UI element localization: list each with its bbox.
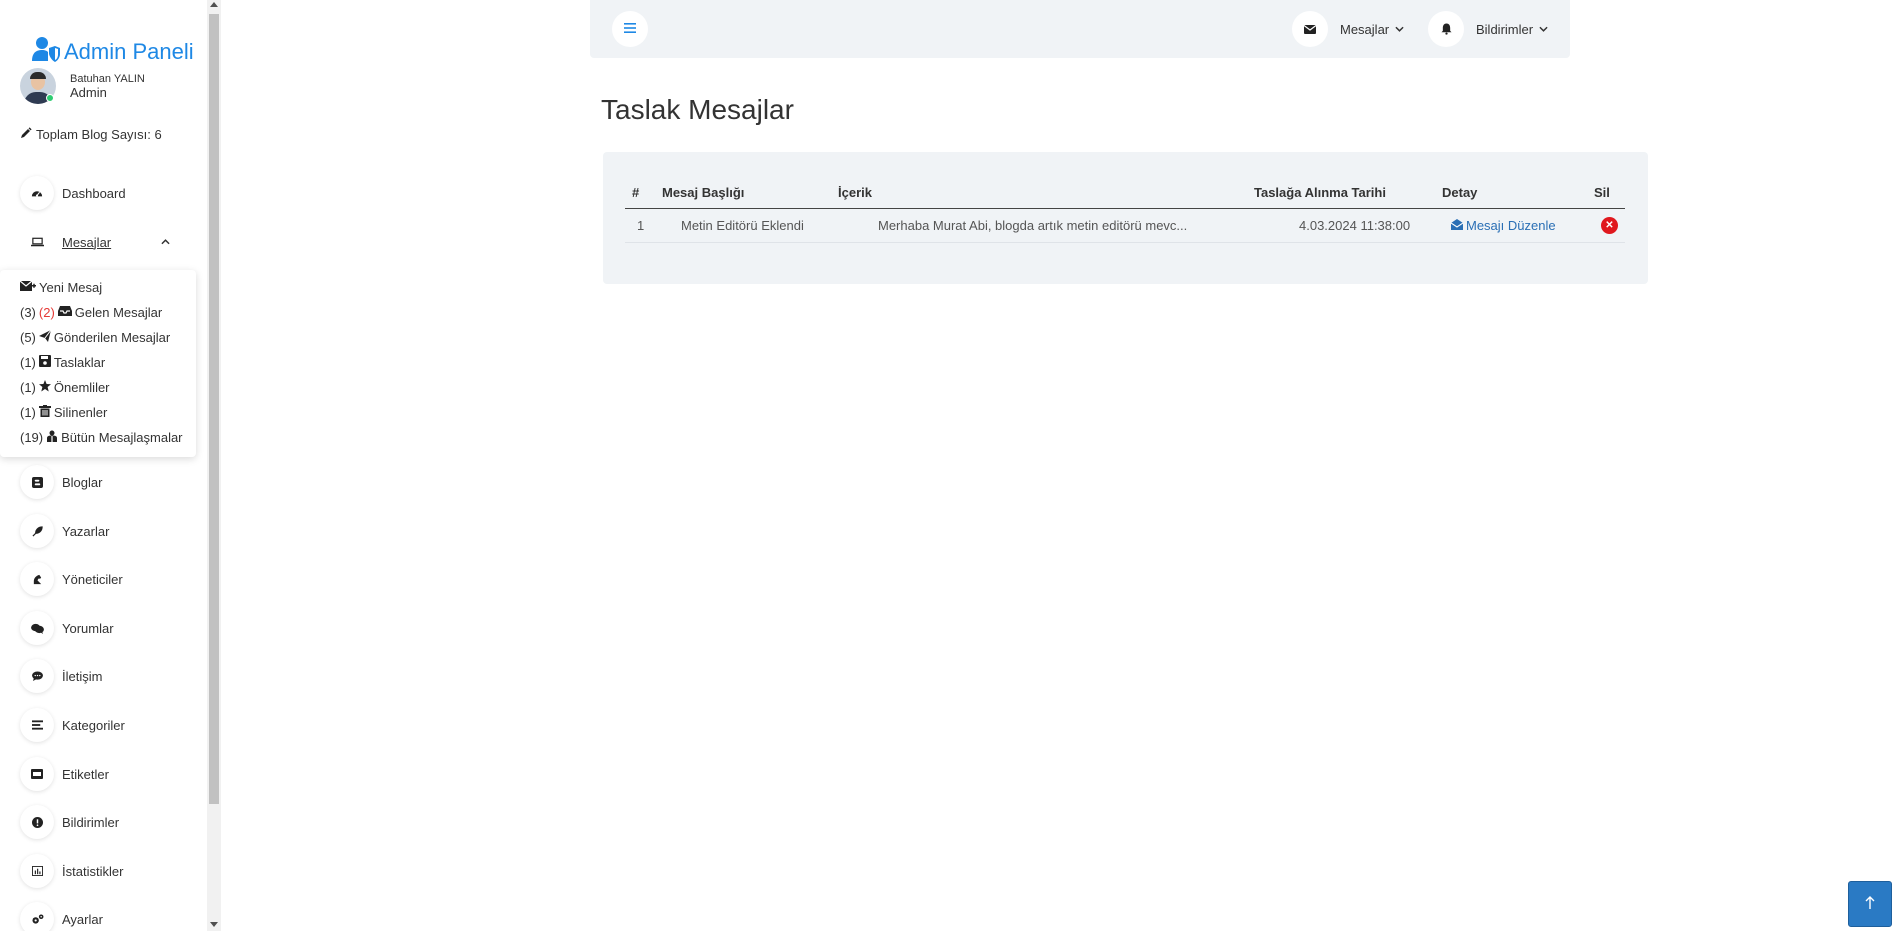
sidebar-scrollbar[interactable]	[207, 0, 221, 931]
header-title: Mesaj Başlığı	[655, 178, 831, 209]
laptop-icon	[20, 225, 54, 259]
top-bar: Mesajlar Bildirimler	[590, 0, 1570, 58]
scroll-to-top-button[interactable]	[1848, 881, 1892, 927]
sidebar-item-etiketler[interactable]: Etiketler	[20, 757, 109, 791]
paper-plane-icon	[38, 329, 52, 345]
header-date: Taslağa Alınma Tarihi	[1247, 178, 1435, 209]
list-icon	[20, 708, 54, 742]
trash-icon	[38, 405, 51, 420]
sidebar-item-iletisim[interactable]: İletişim	[20, 659, 102, 693]
comments-icon	[20, 611, 54, 645]
drafts-table: # Mesaj Başlığı İçerik Taslağa Alınma Ta…	[625, 178, 1625, 243]
sidebar-item-yorumlar[interactable]: Yorumlar	[20, 611, 114, 645]
profile-role: Admin	[70, 84, 107, 100]
chart-icon	[20, 854, 54, 888]
x-circle-icon[interactable]: ✕	[1601, 217, 1618, 234]
exclamation-icon	[20, 805, 54, 839]
floppy-icon	[38, 355, 51, 370]
sidebar-item-bloglar[interactable]: Bloglar	[20, 465, 102, 499]
comment-dots-icon	[20, 659, 54, 693]
sidebar-item-dashboard[interactable]: Dashboard	[20, 176, 126, 210]
users-icon	[46, 430, 58, 445]
envelope-open-icon	[1450, 218, 1464, 233]
cell-title: Metin Editörü Eklendi	[655, 208, 831, 243]
star-icon	[38, 380, 51, 395]
profile: Batuhan YALIN Admin	[20, 68, 145, 104]
gears-icon	[20, 902, 54, 931]
gauge-icon	[20, 176, 54, 210]
arrow-up-icon	[1865, 894, 1875, 915]
online-status-dot	[46, 94, 54, 102]
cell-date: 4.03.2024 11:38:00	[1247, 208, 1435, 243]
user-shield-icon	[32, 36, 60, 68]
submenu-item-silinenler[interactable]: (1) Silinenler	[20, 405, 107, 420]
sidebar-item-yoneticiler[interactable]: Yöneticiler	[20, 562, 123, 596]
header-delete: Sil	[1587, 178, 1625, 209]
submenu-item-yeni-mesaj[interactable]: Yeni Mesaj	[19, 280, 102, 295]
tag-icon	[20, 757, 54, 791]
cell-content: Merhaba Murat Abi, blogda artık metin ed…	[831, 208, 1247, 243]
scroll-up-arrow[interactable]	[210, 2, 218, 7]
edit-message-link[interactable]: Mesajı Düzenle	[1450, 218, 1556, 233]
brand[interactable]: Admin Paneli	[32, 36, 194, 68]
profile-name: Batuhan YALIN	[70, 72, 145, 85]
table-header-row: # Mesaj Başlığı İçerik Taslağa Alınma Ta…	[625, 178, 1625, 209]
table-row: 1 Metin Editörü Eklendi Merhaba Murat Ab…	[625, 208, 1625, 243]
header-no: #	[625, 178, 655, 209]
pen-icon	[20, 127, 32, 142]
submenu-item-butun[interactable]: (19) Bütün Mesajlaşmalar	[20, 430, 183, 445]
inbox-icon	[57, 305, 72, 320]
messages-submenu: Yeni Mesaj (3) (2) Gelen Mesajlar (5) Gö…	[0, 270, 196, 457]
menu-toggle-button[interactable]	[612, 11, 648, 47]
sidebar-item-kategoriler[interactable]: Kategoriler	[20, 708, 125, 742]
drafts-card: # Mesaj Başlığı İçerik Taslağa Alınma Ta…	[603, 152, 1648, 284]
chevron-up-icon[interactable]	[161, 236, 170, 248]
header-content: İçerik	[831, 178, 1247, 209]
submenu-item-gonderilen[interactable]: (5) Gönderilen Mesajlar	[20, 329, 170, 345]
submenu-item-taslaklar[interactable]: (1) Taslaklar	[20, 355, 105, 370]
envelope-icon	[1292, 11, 1328, 47]
sidebar-item-mesajlar[interactable]: Mesajlar	[20, 225, 111, 259]
unread-count: (2)	[38, 305, 55, 320]
messages-dropdown[interactable]: Mesajlar	[1292, 11, 1404, 47]
submenu-item-onemliler[interactable]: (1) Önemliler	[20, 380, 110, 395]
chevron-down-icon	[1539, 24, 1548, 35]
sidebar: Admin Paneli Batuhan YALIN Admin Toplam …	[0, 0, 207, 931]
blogger-icon	[20, 465, 54, 499]
cell-delete: ✕	[1587, 208, 1625, 243]
cell-detail: Mesajı Düzenle	[1435, 208, 1587, 243]
chevron-down-icon	[1395, 24, 1404, 35]
header-detail: Detay	[1435, 178, 1587, 209]
sidebar-item-bildirimler[interactable]: Bildirimler	[20, 805, 119, 839]
submenu-item-gelen[interactable]: (3) (2) Gelen Mesajlar	[20, 305, 162, 320]
chess-knight-icon	[20, 562, 54, 596]
envelope-plus-icon	[19, 280, 36, 295]
blog-count: Toplam Blog Sayısı: 6	[20, 127, 162, 142]
scroll-down-arrow[interactable]	[210, 922, 218, 927]
sidebar-item-istatistikler[interactable]: İstatistikler	[20, 854, 123, 888]
scrollbar-thumb[interactable]	[209, 14, 219, 804]
bell-icon	[1428, 11, 1464, 47]
sidebar-item-yazarlar[interactable]: Yazarlar	[20, 514, 109, 548]
page-title: Taslak Mesajlar	[601, 94, 794, 125]
notifications-dropdown[interactable]: Bildirimler	[1428, 11, 1548, 47]
feather-icon	[20, 514, 54, 548]
brand-title: Admin Paneli	[64, 39, 194, 64]
sidebar-item-ayarlar[interactable]: Ayarlar	[20, 902, 103, 931]
cell-no: 1	[625, 208, 655, 243]
bars-icon	[624, 20, 636, 38]
